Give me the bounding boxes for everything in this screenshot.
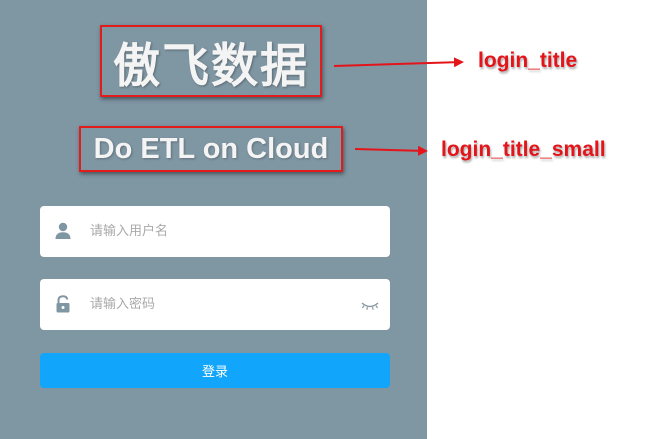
screenshot: 傲飞数据 Do ETL on Cloud 请输入用户名 登录 login_tit… bbox=[0, 0, 648, 439]
login-button[interactable]: 登录 bbox=[40, 353, 390, 388]
username-field[interactable] bbox=[40, 206, 390, 257]
login-panel: 傲飞数据 Do ETL on Cloud 请输入用户名 登录 bbox=[0, 0, 427, 439]
password-field[interactable] bbox=[40, 279, 390, 330]
password-input[interactable] bbox=[90, 279, 370, 330]
annotation-login-title-small: login_title_small bbox=[441, 138, 606, 161]
user-icon bbox=[54, 221, 72, 241]
lock-icon bbox=[54, 294, 72, 314]
login-title-small: Do ETL on Cloud bbox=[79, 126, 343, 172]
eye-closed-icon[interactable] bbox=[360, 297, 380, 313]
username-input[interactable] bbox=[90, 206, 370, 257]
login-title: 傲飞数据 bbox=[100, 25, 322, 97]
annotation-login-title: login_title bbox=[478, 49, 578, 72]
